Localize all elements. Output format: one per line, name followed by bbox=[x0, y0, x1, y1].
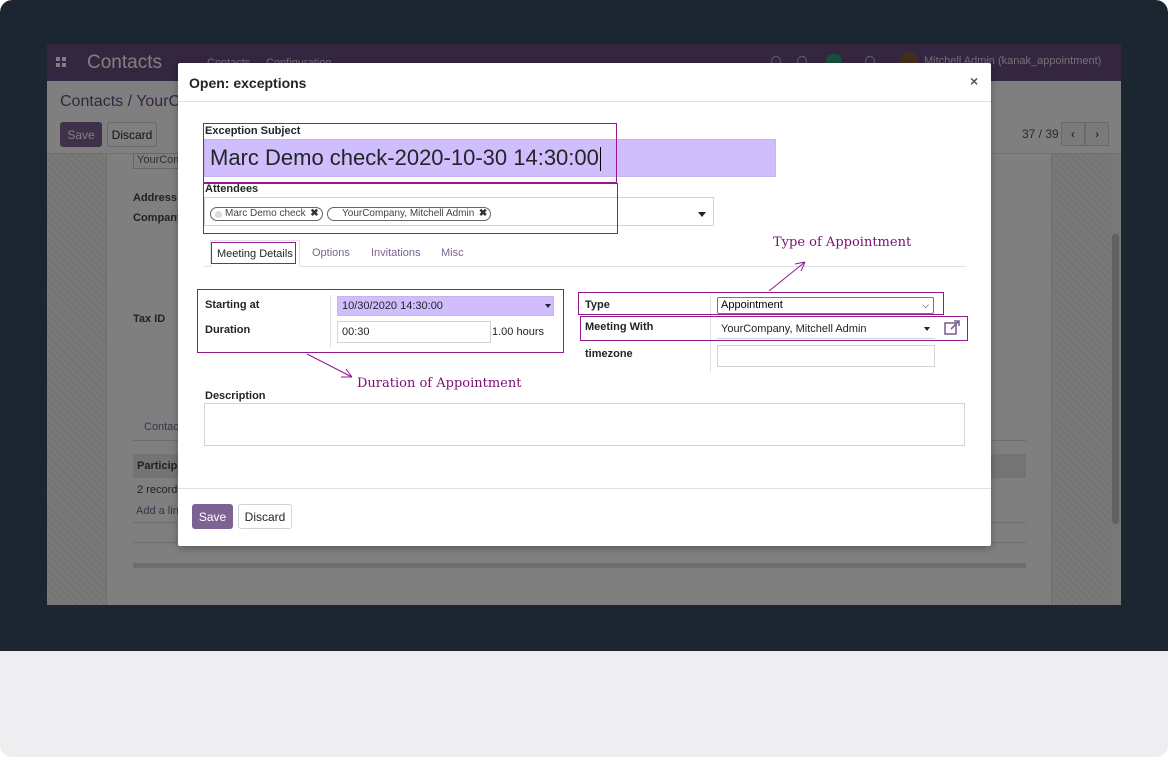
dialog-header: Open: exceptions × bbox=[178, 63, 991, 102]
subject-value: Marc Demo check-2020-10-30 14:30:00 bbox=[210, 145, 599, 170]
tab-misc[interactable]: Misc bbox=[441, 240, 464, 267]
starting-at-label: Starting at bbox=[205, 299, 260, 311]
dialog-discard-button[interactable]: Discard bbox=[238, 504, 292, 529]
subject-label: Exception Subject bbox=[205, 125, 301, 137]
tag-status-dot bbox=[332, 211, 339, 218]
meeting-with-value: YourCompany, Mitchell Admin bbox=[721, 323, 867, 335]
attendee-tag-label: Marc Demo check bbox=[225, 208, 306, 219]
caret-down-icon[interactable] bbox=[924, 327, 930, 331]
tab-meeting-details[interactable]: Meeting Details bbox=[210, 240, 300, 267]
duration-annotation-text: Duration of Appointment bbox=[357, 376, 522, 391]
tag-status-dot bbox=[215, 211, 222, 218]
starting-at-value: 10/30/2020 14:30:00 bbox=[342, 300, 443, 312]
text-caret bbox=[599, 147, 601, 172]
timezone-label: timezone bbox=[585, 348, 633, 360]
attendees-field[interactable]: Marc Demo check ✖ YourCompany, Mitchell A… bbox=[204, 197, 714, 226]
field-separator bbox=[330, 295, 331, 348]
dialog-title: Open: exceptions bbox=[189, 75, 307, 91]
type-label: Type bbox=[585, 299, 610, 311]
type-select[interactable]: Appointment ⌵ bbox=[717, 297, 934, 314]
chevron-down-icon: ⌵ bbox=[922, 300, 929, 310]
dialog-save-button[interactable]: Save bbox=[192, 504, 233, 529]
timezone-input[interactable] bbox=[717, 345, 935, 367]
external-link-icon[interactable] bbox=[942, 318, 962, 338]
remove-tag-icon[interactable]: ✖ bbox=[310, 208, 318, 220]
device-frame: Contacts Contacts Configuration Mitchell… bbox=[0, 0, 1168, 757]
dialog-footer: Save Discard bbox=[178, 488, 991, 546]
description-input[interactable] bbox=[204, 403, 965, 446]
duration-label: Duration bbox=[205, 324, 251, 336]
tab-options[interactable]: Options bbox=[312, 240, 350, 267]
close-icon[interactable]: × bbox=[970, 73, 978, 89]
field-separator bbox=[710, 295, 711, 372]
tab-invitations[interactable]: Invitations bbox=[371, 240, 421, 267]
attendee-tag[interactable]: Marc Demo check ✖ bbox=[210, 207, 323, 221]
exceptions-dialog: Open: exceptions × Exception Subject Mar… bbox=[178, 63, 991, 546]
duration-input[interactable]: 00:30 bbox=[337, 321, 491, 343]
subject-input[interactable]: Marc Demo check-2020-10-30 14:30:00 bbox=[204, 139, 776, 177]
chevron-down-icon[interactable] bbox=[698, 212, 706, 217]
remove-tag-icon[interactable]: ✖ bbox=[479, 208, 487, 220]
attendee-tag[interactable]: YourCompany, Mitchell Admin ✖ bbox=[327, 207, 492, 221]
meeting-with-label: Meeting With bbox=[585, 321, 654, 333]
description-label: Description bbox=[205, 390, 266, 402]
attendee-tag-label: YourCompany, Mitchell Admin bbox=[342, 208, 475, 219]
meeting-with-input[interactable]: YourCompany, Mitchell Admin bbox=[717, 319, 935, 339]
attendees-label: Attendees bbox=[205, 183, 259, 195]
duration-hours-text: 1.00 hours bbox=[492, 326, 544, 338]
caret-down-icon[interactable] bbox=[545, 304, 551, 308]
type-annotation-text: Type of Appointment bbox=[773, 235, 912, 250]
type-value: Appointment bbox=[721, 299, 783, 311]
starting-at-input[interactable]: 10/30/2020 14:30:00 bbox=[337, 296, 554, 316]
